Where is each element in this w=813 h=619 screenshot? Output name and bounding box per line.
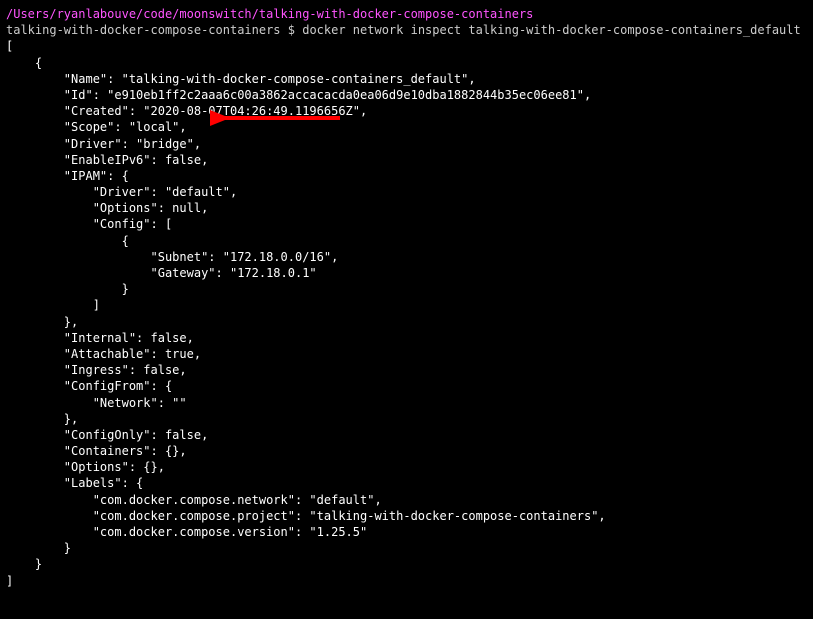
shell-prompt: talking-with-docker-compose-containers $ — [6, 23, 302, 37]
cwd-line: /Users/ryanlabouve/code/moonswitch/talki… — [6, 6, 807, 22]
terminal-window: /Users/ryanlabouve/code/moonswitch/talki… — [6, 6, 807, 589]
entered-command: docker network inspect talking-with-dock… — [302, 23, 801, 37]
command-output: [ { "Name": "talking-with-docker-compose… — [6, 38, 807, 588]
current-working-directory: /Users/ryanlabouve/code/moonswitch/talki… — [6, 7, 533, 21]
prompt-line[interactable]: talking-with-docker-compose-containers $… — [6, 22, 807, 38]
